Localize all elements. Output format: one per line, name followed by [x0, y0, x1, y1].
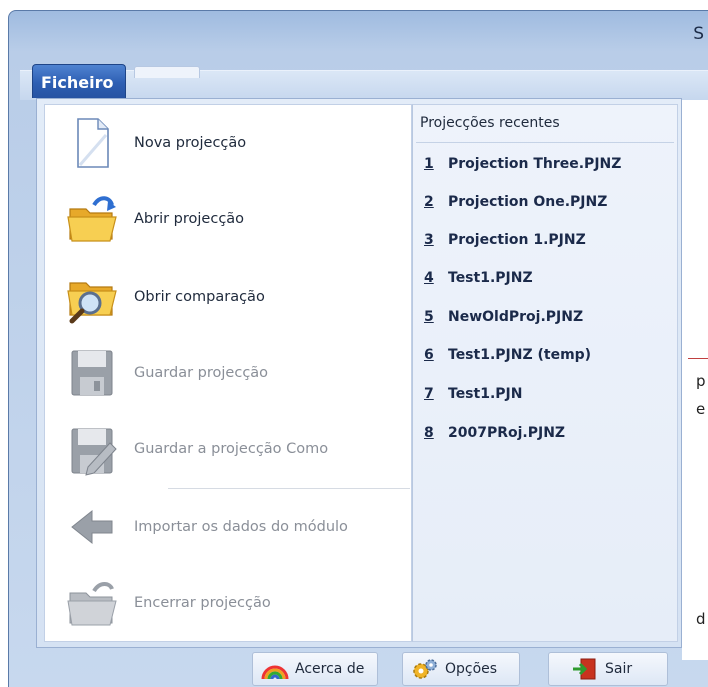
window-title: S	[693, 24, 704, 44]
save-projection-button[interactable]: Guardar projecção	[60, 342, 400, 404]
close-projection-label: Encerrar projecção	[134, 595, 271, 611]
about-label: Acerca de	[295, 661, 365, 677]
recent-projections-title: Projecções recentes	[420, 115, 560, 131]
folder-magnifier-icon	[60, 269, 124, 325]
save-projection-label: Guardar projecção	[134, 365, 269, 381]
background-rule	[688, 358, 708, 359]
file-tab[interactable]: Ficheiro	[32, 64, 126, 98]
recent-item[interactable]: 2 Projection One.PJNZ	[424, 194, 674, 216]
open-comparison-button[interactable]: Obrir comparação	[60, 266, 400, 328]
background-text: p	[696, 372, 706, 390]
new-projection-button[interactable]: Nova projecção	[60, 112, 400, 174]
save-projection-as-label: Guardar a projecção Como	[134, 441, 329, 457]
recent-projections-panel	[412, 104, 678, 642]
save-projection-as-button[interactable]: Guardar a projecção Como	[60, 418, 400, 480]
rainbow-icon	[261, 657, 289, 681]
exit-label: Sair	[605, 661, 633, 677]
options-button[interactable]: Opções	[402, 652, 520, 686]
options-label: Opções	[445, 661, 498, 677]
open-projection-label: Abrir projecção	[134, 211, 245, 227]
new-projection-label: Nova projecção	[134, 135, 247, 151]
import-module-data-button[interactable]: Importar os dados do módulo	[60, 496, 400, 558]
new-document-icon	[60, 115, 124, 171]
title-bar: S	[8, 10, 708, 60]
recent-item[interactable]: 5 NewOldProj.PJNZ	[424, 309, 674, 331]
open-folder-icon	[60, 191, 124, 247]
recent-item[interactable]: 6 Test1.PJNZ (temp)	[424, 347, 674, 369]
recent-projections-divider	[416, 142, 674, 143]
floppy-disk-icon	[60, 345, 124, 401]
recent-item[interactable]: 7 Test1.PJN	[424, 386, 674, 408]
ribbon-tab-home[interactable]	[134, 66, 200, 78]
menu-separator	[168, 488, 410, 489]
background-text: e	[696, 400, 706, 418]
close-project-icon	[60, 575, 124, 631]
recent-item[interactable]: 3 Projection 1.PJNZ	[424, 232, 674, 254]
about-button[interactable]: Acerca de	[252, 652, 378, 686]
import-module-data-label: Importar os dados do módulo	[134, 519, 348, 535]
import-arrow-icon	[60, 499, 124, 555]
exit-door-icon	[571, 657, 599, 681]
exit-button[interactable]: Sair	[548, 652, 668, 686]
recent-item[interactable]: 4 Test1.PJNZ	[424, 270, 674, 292]
gears-icon	[411, 657, 439, 681]
background-text: d	[696, 610, 706, 628]
file-tab-label: Ficheiro	[41, 73, 114, 92]
recent-item[interactable]: 1 Projection Three.PJNZ	[424, 156, 674, 178]
recent-item[interactable]: 8 2007PRoj.PJNZ	[424, 425, 674, 447]
open-comparison-label: Obrir comparação	[134, 289, 265, 305]
save-as-icon	[60, 421, 124, 477]
open-projection-button[interactable]: Abrir projecção	[60, 188, 400, 250]
close-projection-button[interactable]: Encerrar projecção	[60, 572, 400, 634]
